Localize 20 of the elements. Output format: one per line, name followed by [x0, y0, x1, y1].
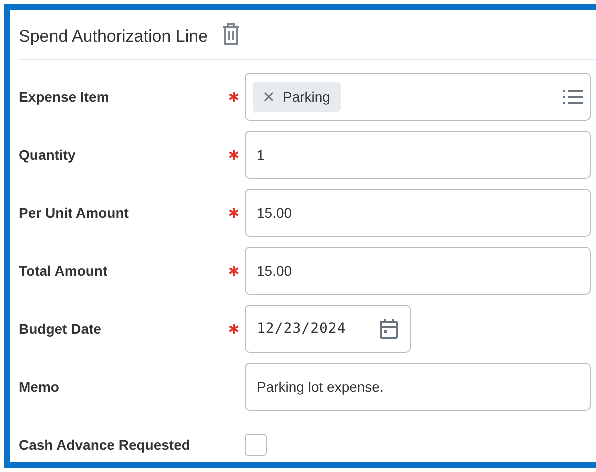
calendar-icon[interactable]: [379, 319, 399, 339]
input-field[interactable]: 15.00: [245, 247, 591, 295]
selected-chip[interactable]: Parking: [253, 82, 342, 112]
multiselect-field[interactable]: Parking: [245, 73, 591, 121]
field-label: Per Unit Amount: [19, 204, 130, 222]
field-label: Total Amount: [19, 262, 109, 280]
list-icon[interactable]: [563, 89, 583, 105]
remove-icon[interactable]: [264, 92, 274, 102]
checkbox[interactable]: [245, 434, 267, 456]
field-label: Expense Item: [19, 88, 110, 107]
date-field[interactable]: 12/23/2024: [245, 305, 411, 353]
field-label: Quantity: [19, 146, 77, 165]
input-field[interactable]: 1: [245, 131, 591, 179]
input-field[interactable]: 15.00: [245, 189, 591, 237]
section-title: Spend Authorization Line: [19, 26, 208, 48]
trash-icon[interactable]: [222, 23, 240, 45]
field-label: Budget Date: [19, 320, 102, 339]
input-field[interactable]: Parking lot expense.: [245, 363, 591, 411]
field-label: Cash Advance Requested: [19, 436, 192, 455]
field-label: Memo: [19, 378, 60, 396]
